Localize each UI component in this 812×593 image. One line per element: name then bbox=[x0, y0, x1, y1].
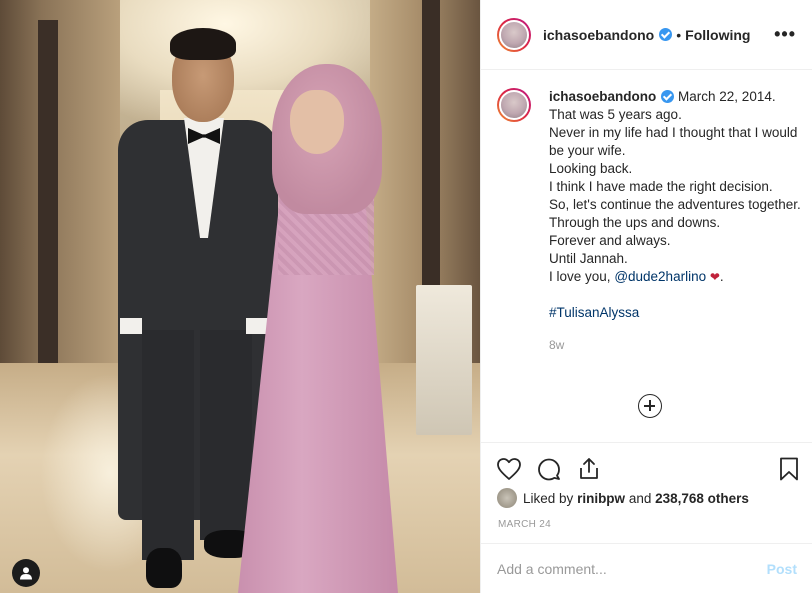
post-header: ichasoebandono • Following ••• bbox=[481, 0, 812, 70]
likes-joiner: and bbox=[628, 490, 652, 506]
caption-line: Until Jannah. bbox=[549, 251, 628, 266]
caption-line: So, let's continue the adventures togeth… bbox=[549, 197, 801, 212]
caption-line: I think I have made the right decision. bbox=[549, 179, 773, 194]
header-separator: • bbox=[676, 26, 682, 43]
verified-badge-icon bbox=[661, 90, 675, 103]
caption-love-text: I love you, bbox=[549, 269, 611, 284]
photo-man-leg bbox=[142, 330, 194, 560]
comment-input[interactable] bbox=[497, 560, 767, 577]
user-tag-button[interactable] bbox=[12, 559, 40, 587]
bookmark-icon[interactable] bbox=[775, 455, 803, 483]
likes-summary: Liked by rinibpw and 238,768 others bbox=[497, 488, 749, 508]
more-options-icon[interactable]: ••• bbox=[774, 24, 796, 45]
load-more-comments-icon[interactable] bbox=[638, 394, 662, 418]
hashtag-link[interactable]: #TulisanAlyssa bbox=[549, 304, 802, 322]
caption-love-suffix: . bbox=[719, 269, 724, 284]
post-photo[interactable] bbox=[0, 0, 480, 593]
caption-author-avatar[interactable] bbox=[497, 88, 531, 122]
comment-icon[interactable] bbox=[535, 455, 563, 483]
photo-man-shoe bbox=[146, 548, 182, 588]
user-tag-icon bbox=[20, 567, 32, 580]
caption-line: Forever and always. bbox=[549, 233, 671, 248]
caption-line: That was 5 years ago. bbox=[549, 107, 682, 122]
caption-line: Through the ups and downs. bbox=[549, 215, 721, 230]
liker-avatar[interactable] bbox=[497, 488, 517, 508]
author-avatar[interactable] bbox=[497, 17, 531, 52]
author-avatar-image bbox=[499, 19, 529, 50]
comment-bar: Post bbox=[481, 543, 812, 593]
caption-love-line: I love you, @dude2harlino ❤. bbox=[549, 268, 802, 286]
share-icon[interactable] bbox=[575, 455, 603, 483]
caption-line: Never in my life had I thought that I wo… bbox=[549, 125, 798, 158]
likes-prefix: Liked by bbox=[523, 490, 574, 506]
photo-woman-face bbox=[290, 90, 344, 154]
action-bar bbox=[481, 442, 812, 492]
caption-date: March 22, 2014. bbox=[678, 89, 776, 104]
photo-man-cuff bbox=[120, 318, 142, 334]
photo-planter bbox=[416, 285, 472, 435]
photo-man-leg bbox=[200, 330, 252, 540]
verified-badge-icon bbox=[659, 28, 673, 41]
photo-man-hair bbox=[170, 28, 236, 60]
likes-count[interactable]: 238,768 others bbox=[655, 491, 749, 506]
post-side-panel: ichasoebandono • Following ••• ichasoeba… bbox=[480, 0, 812, 593]
caption-line: Looking back. bbox=[549, 161, 633, 176]
caption-username[interactable]: ichasoebandono bbox=[549, 89, 656, 104]
caption-text: ichasoebandono March 22, 2014. That was … bbox=[549, 88, 802, 354]
post-date[interactable]: MARCH 24 bbox=[498, 519, 551, 530]
heart-icon[interactable] bbox=[495, 455, 523, 483]
mention-link[interactable]: @dude2harlino bbox=[614, 269, 706, 284]
caption-block: ichasoebandono March 22, 2014. That was … bbox=[497, 88, 802, 354]
author-username[interactable]: ichasoebandono bbox=[543, 27, 654, 43]
caption-author-avatar-image bbox=[499, 90, 529, 120]
heart-emoji-icon: ❤ bbox=[709, 270, 720, 284]
post-comment-button[interactable]: Post bbox=[767, 561, 797, 577]
caption-age: 8w bbox=[549, 338, 565, 352]
liker-username[interactable]: rinibpw bbox=[577, 491, 625, 506]
following-button[interactable]: Following bbox=[685, 27, 750, 43]
